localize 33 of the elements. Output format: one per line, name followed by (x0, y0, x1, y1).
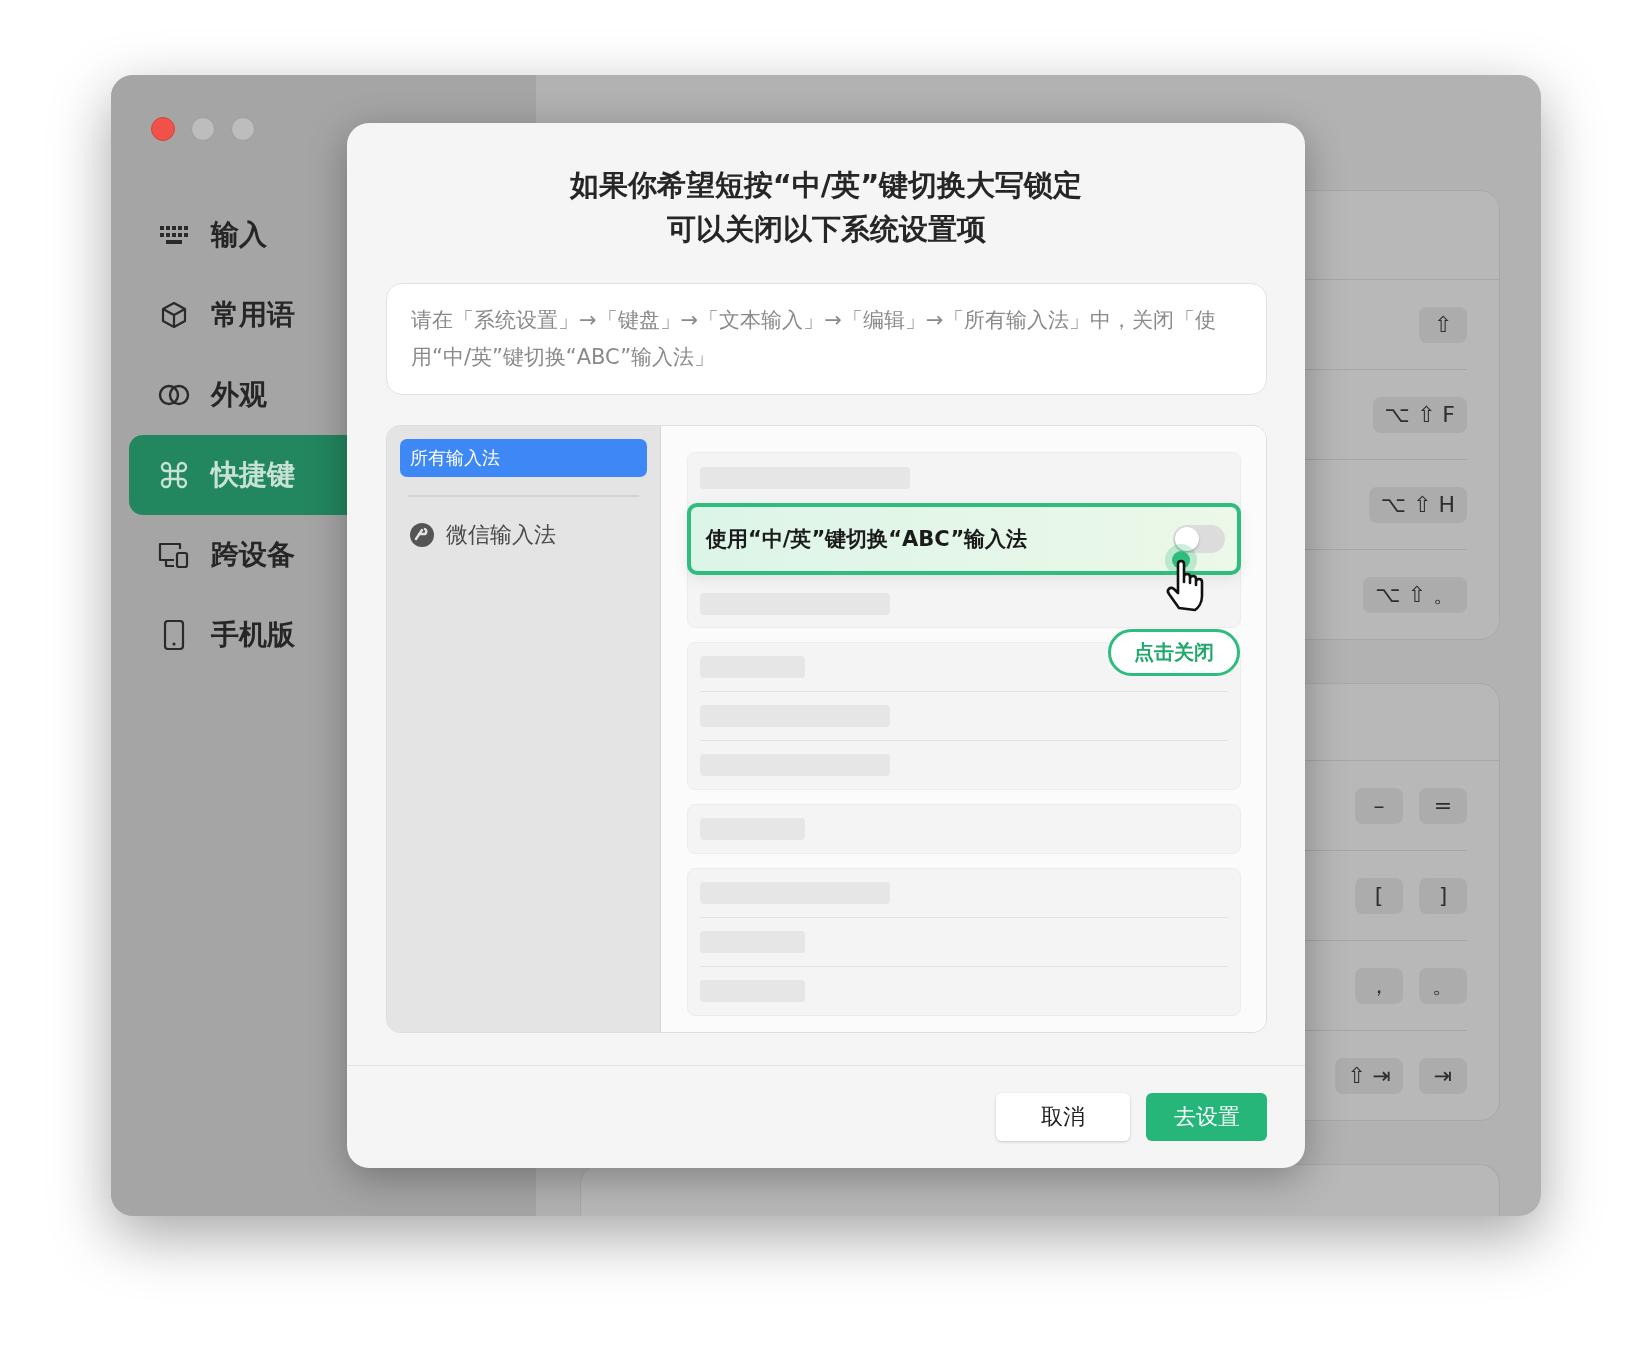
key-chip: – (1355, 787, 1403, 824)
key-chip: ⌥ ⇧ F (1372, 396, 1467, 433)
command-icon (160, 461, 188, 489)
key-chip: ⌥ ⇧ H (1368, 486, 1467, 523)
sidebar-item[interactable]: 输入 (129, 195, 536, 275)
minimize-button[interactable] (191, 117, 215, 141)
cancel-button[interactable]: 取消 (996, 1093, 1130, 1141)
dialog-title: 可以关闭以下系统设置项 (666, 211, 986, 248)
key-chip: ⇥ (1419, 1057, 1467, 1094)
sidebar-item[interactable]: 手机版 (129, 595, 536, 675)
input-source-item: 所有输入法 (400, 439, 647, 477)
instruction-text: 请在「系统设置」→「键盘」→「文本输入」→「编辑」→「所有输入法」中，关闭「使用“中/英”键切换“ABC”输入法」 (386, 283, 1267, 395)
keyboard-icon (159, 223, 189, 247)
toggle-switch[interactable] (1173, 525, 1225, 553)
devices-icon (158, 541, 190, 569)
input-method-icon (410, 523, 434, 547)
key-chip: [ (1355, 877, 1403, 914)
key-chip: ⇧ (1419, 306, 1467, 343)
key-chip: ， (1355, 967, 1403, 1004)
key-chip: ⌥ ⇧ 。 (1363, 576, 1467, 613)
dialog-title: 如果你希望短按“中/英”键切换大写锁定 (569, 167, 1083, 204)
overlapping-rings-icon (158, 384, 190, 406)
cube-icon (159, 300, 189, 330)
zoom-button[interactable] (231, 117, 255, 141)
phone-icon (162, 619, 186, 651)
key-chip: ⇧ ⇥ (1335, 1057, 1403, 1094)
key-chip: = (1419, 787, 1467, 824)
input-source-item: 微信输入法 (400, 517, 647, 553)
highlighted-setting-row: 使用“中/英”键切换“ABC”输入法 (687, 503, 1241, 575)
close-button[interactable] (151, 117, 175, 141)
key-chip: ] (1419, 877, 1467, 914)
key-chip: 。 (1419, 967, 1467, 1004)
callout-label: 点击关闭 (1108, 629, 1240, 676)
